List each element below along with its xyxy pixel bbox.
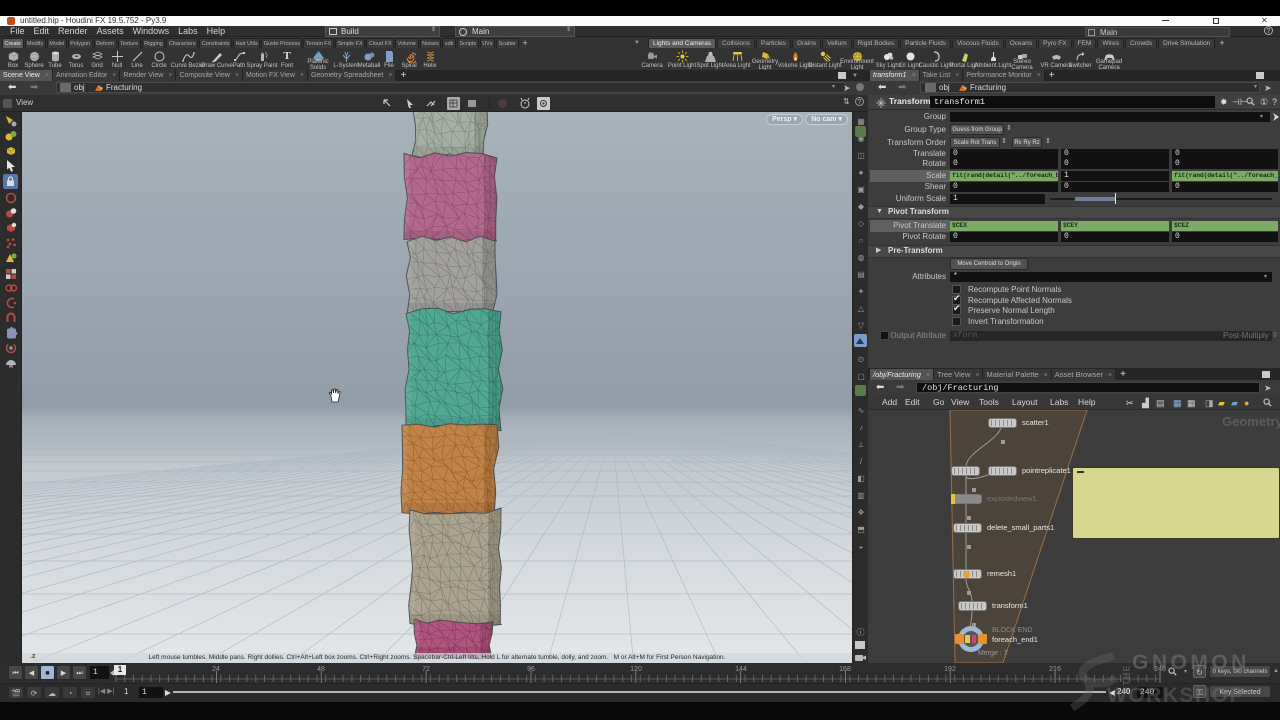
svg-text:192: 192 — [944, 666, 956, 673]
svg-text:144: 144 — [735, 666, 747, 673]
svg-text:240: 240 — [1154, 666, 1166, 673]
svg-text:24: 24 — [212, 666, 220, 673]
svg-text:96: 96 — [527, 666, 535, 673]
svg-text:72: 72 — [422, 666, 430, 673]
svg-text:48: 48 — [317, 666, 325, 673]
svg-text:168: 168 — [839, 666, 851, 673]
svg-text:216: 216 — [1049, 666, 1061, 673]
svg-text:120: 120 — [630, 666, 642, 673]
